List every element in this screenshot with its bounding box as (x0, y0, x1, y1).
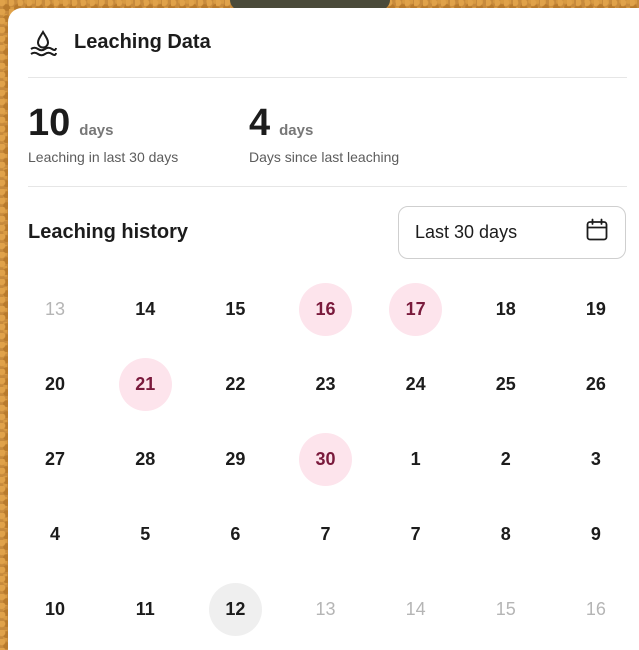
stat-unit: days (79, 122, 114, 139)
calendar-day[interactable]: 24 (371, 347, 461, 422)
calendar-day-number: 9 (590, 524, 601, 544)
calendar-day-number: 20 (45, 374, 66, 394)
history-header: Leaching history Last 30 days (28, 187, 626, 277)
water-drop-icon (28, 28, 58, 58)
calendar-day-number: 16 (585, 599, 606, 619)
calendar-day[interactable]: 25 (461, 347, 551, 422)
calendar-day[interactable]: 27 (10, 422, 100, 497)
calendar-day-number: 2 (500, 449, 511, 469)
calendar-day-number: 3 (590, 449, 601, 469)
calendar-day-number: 1 (410, 449, 421, 469)
calendar-week-row: 27 28 29 30 1 2 3 (10, 422, 639, 497)
calendar-day-number: 8 (500, 524, 511, 544)
calendar-day-number: 15 (225, 299, 246, 319)
calendar-day-number: 7 (320, 524, 331, 544)
calendar-day-number: 6 (230, 524, 241, 544)
calendar-day[interactable]: 5 (100, 497, 190, 572)
calendar-day-number: 19 (585, 299, 606, 319)
calendar-day-number: 4 (50, 524, 61, 544)
calendar-day[interactable]: 3 (551, 422, 639, 497)
history-title: Leaching history (28, 220, 189, 243)
stat-description: Leaching in last 30 days (28, 149, 179, 165)
stat-leaching-count: 10 days Leaching in last 30 days (28, 104, 249, 186)
calendar-day[interactable]: 8 (461, 497, 551, 572)
calendar-icon (585, 218, 609, 247)
calendar-day-number: 16 (298, 283, 352, 336)
calendar-day-number: 30 (298, 433, 352, 486)
calendar-day-number: 23 (315, 374, 336, 394)
calendar-day-today[interactable]: 12 (190, 572, 280, 647)
calendar-day[interactable]: 11 (100, 572, 190, 647)
stat-days-since: 4 days Days since last leaching (249, 104, 470, 186)
date-range-value: Last 30 days (415, 221, 518, 242)
calendar-week-row: 4 5 6 7 7 8 9 (10, 497, 639, 572)
calendar-day-number: 22 (225, 374, 246, 394)
calendar-day-number: 27 (45, 449, 66, 469)
calendar-day[interactable]: 2 (461, 422, 551, 497)
calendar-day-number: 13 (315, 599, 336, 619)
calendar-day-number: 24 (405, 374, 426, 394)
calendar-day-number: 29 (225, 449, 246, 469)
calendar-day[interactable]: 28 (100, 422, 190, 497)
calendar-day[interactable]: 26 (551, 347, 639, 422)
calendar-day-number: 17 (389, 283, 443, 336)
leaching-calendar: 13 14 15 16 17 18 19 20 21 22 23 24 25 26 27 28 29 30 1 2 3 4… (10, 272, 639, 647)
calendar-day[interactable]: 9 (551, 497, 639, 572)
calendar-day[interactable]: 14 (371, 572, 461, 647)
calendar-day[interactable]: 20 (10, 347, 100, 422)
calendar-day[interactable]: 22 (190, 347, 280, 422)
calendar-day-number: 26 (585, 374, 606, 394)
calendar-day-number: 5 (140, 524, 151, 544)
calendar-day[interactable]: 7 (280, 497, 370, 572)
calendar-day[interactable]: 13 (10, 272, 100, 347)
calendar-day[interactable]: 6 (190, 497, 280, 572)
stat-value: 4 (249, 102, 271, 144)
calendar-day-number: 21 (118, 358, 172, 411)
calendar-day[interactable]: 29 (190, 422, 280, 497)
calendar-day[interactable]: 15 (190, 272, 280, 347)
calendar-day-number: 7 (410, 524, 421, 544)
calendar-day[interactable]: 13 (280, 572, 370, 647)
calendar-day[interactable]: 19 (551, 272, 639, 347)
calendar-day-number: 11 (135, 599, 155, 619)
calendar-day-number: 25 (495, 374, 516, 394)
calendar-week-row: 10 11 12 13 14 15 16 (10, 572, 639, 647)
card-title: Leaching Data (74, 31, 211, 53)
date-range-select[interactable]: Last 30 days (398, 205, 626, 259)
calendar-day-number: 28 (135, 449, 156, 469)
stat-unit: days (279, 122, 314, 139)
calendar-week-row: 20 21 22 23 24 25 26 (10, 347, 639, 422)
calendar-day[interactable]: 4 (10, 497, 100, 572)
calendar-week-row: 13 14 15 16 17 18 19 (10, 272, 639, 347)
calendar-day[interactable]: 14 (100, 272, 190, 347)
calendar-day[interactable]: 23 (280, 347, 370, 422)
calendar-day[interactable]: 7 (371, 497, 461, 572)
card-header: Leaching Data (28, 8, 627, 78)
calendar-day-leaching[interactable]: 21 (100, 347, 190, 422)
stat-value: 10 (28, 102, 71, 144)
calendar-day-number: 18 (495, 299, 516, 319)
calendar-day-leaching[interactable]: 17 (371, 272, 461, 347)
calendar-day-number: 14 (135, 299, 156, 319)
calendar-day-number: 15 (495, 599, 516, 619)
calendar-day[interactable]: 16 (551, 572, 639, 647)
stats-row: 10 days Leaching in last 30 days 4 days … (28, 78, 627, 187)
stat-description: Days since last leaching (249, 149, 400, 165)
calendar-day-number: 10 (45, 599, 66, 619)
calendar-day[interactable]: 1 (371, 422, 461, 497)
calendar-day-number: 14 (405, 599, 426, 619)
calendar-day-leaching[interactable]: 30 (280, 422, 370, 497)
calendar-day-number: 13 (45, 299, 66, 319)
calendar-day[interactable]: 18 (461, 272, 551, 347)
calendar-day[interactable]: 10 (10, 572, 100, 647)
calendar-day[interactable]: 15 (461, 572, 551, 647)
calendar-day-leaching[interactable]: 16 (280, 272, 370, 347)
calendar-day-number: 12 (208, 583, 262, 636)
